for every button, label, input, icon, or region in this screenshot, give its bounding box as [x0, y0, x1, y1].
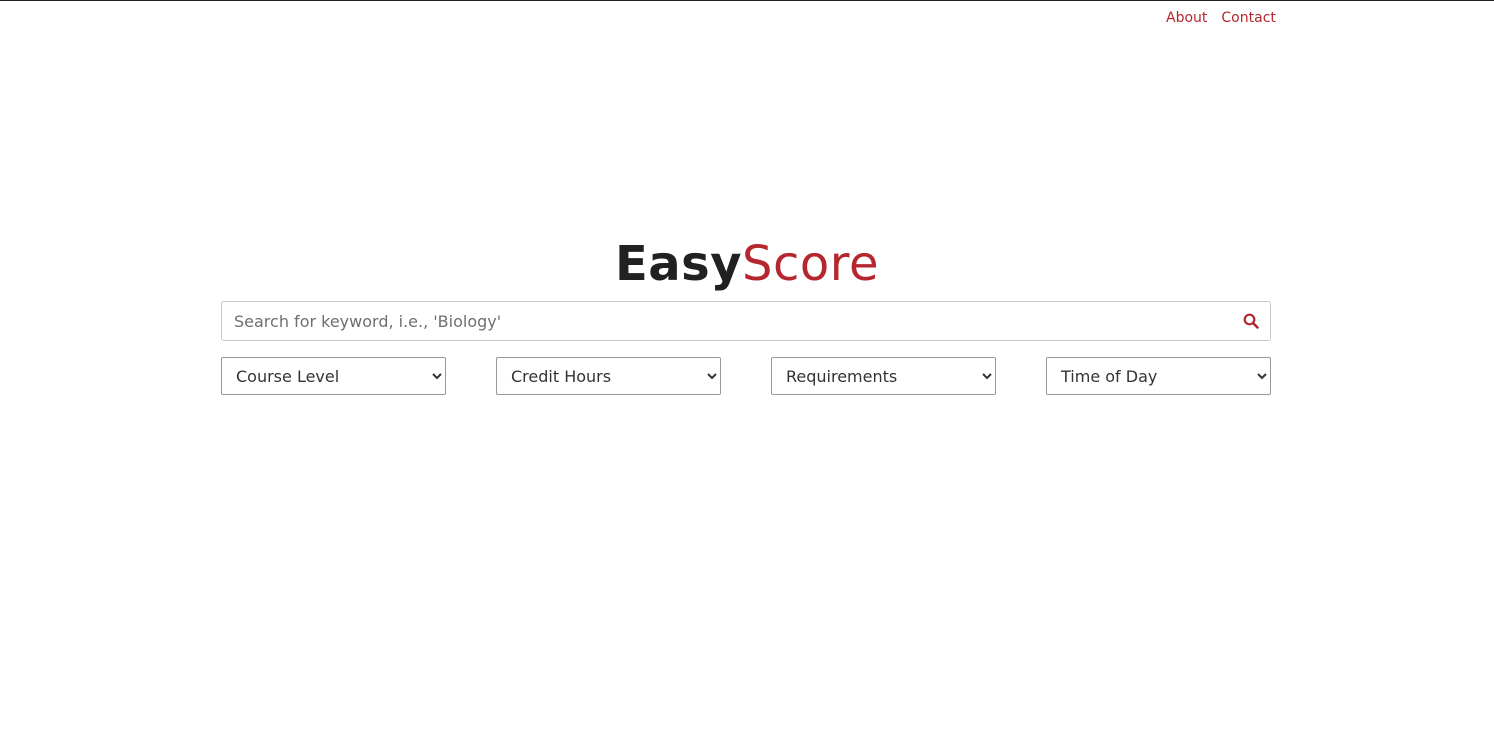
top-border [0, 0, 1494, 1]
top-nav: About Contact [1166, 10, 1276, 26]
search-button[interactable] [1232, 302, 1270, 340]
logo-easy: Easy [615, 236, 743, 292]
search-input[interactable] [222, 302, 1232, 340]
requirements-select[interactable]: Requirements [771, 357, 996, 395]
about-link[interactable]: About [1166, 10, 1207, 26]
contact-link[interactable]: Contact [1221, 10, 1275, 26]
search-bar [221, 301, 1271, 341]
time-of-day-select[interactable]: Time of Day [1046, 357, 1271, 395]
site-logo: EasyScore [0, 236, 1494, 292]
credit-hours-select[interactable]: Credit Hours [496, 357, 721, 395]
course-level-select[interactable]: Course Level [221, 357, 446, 395]
filter-row: Course Level Credit Hours Requirements T… [221, 357, 1271, 395]
logo-score: Score [742, 236, 879, 292]
search-icon [1243, 313, 1259, 329]
